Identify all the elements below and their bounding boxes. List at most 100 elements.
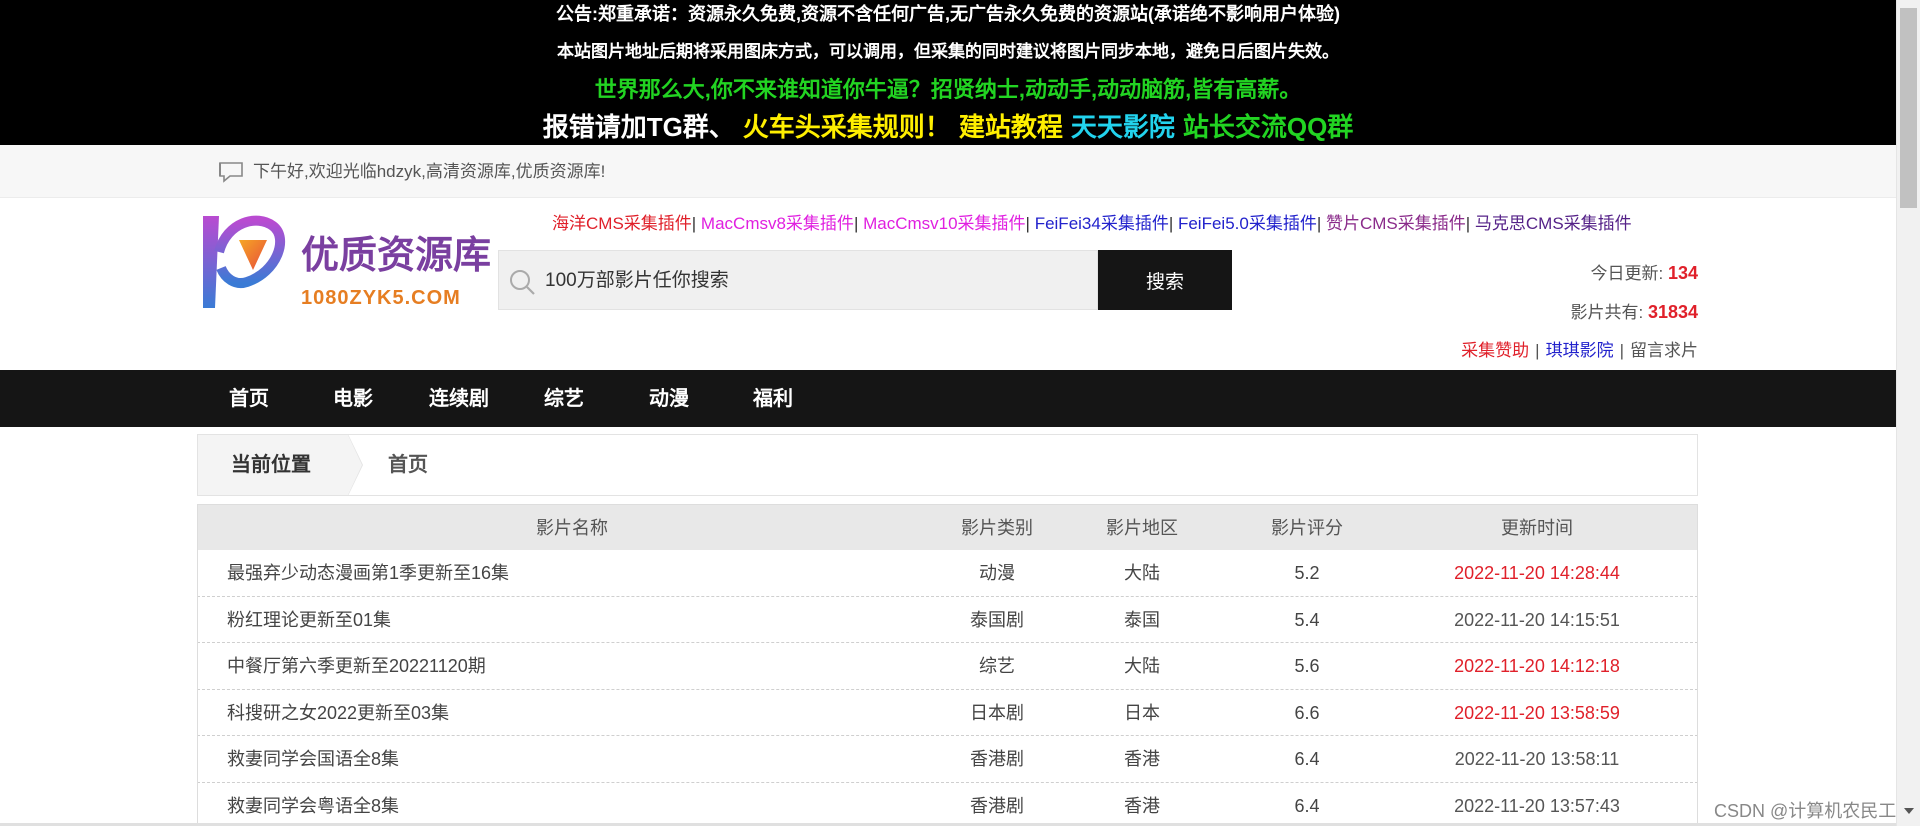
logo-title: 优质资源库 bbox=[301, 235, 491, 277]
column-header: 影片评分 bbox=[1271, 518, 1343, 538]
table-row[interactable]: 最强弃少动态漫画第1季更新至16集 动漫 大陆 5.2 2022-11-20 14:28… bbox=[197, 550, 1698, 597]
today-updates-label: 今日更新: bbox=[1590, 264, 1664, 283]
plugin-link[interactable]: FeiFei34采集插件 bbox=[1035, 214, 1169, 233]
column-header: 更新时间 bbox=[1501, 518, 1573, 538]
movie-name-link[interactable]: 粉红理论更新至01集 bbox=[227, 597, 927, 643]
movie-score: 6.6 bbox=[1294, 702, 1320, 723]
notice-link-3[interactable]: 天天影院 bbox=[1071, 112, 1175, 142]
movie-area: 日本 bbox=[1124, 702, 1160, 723]
logo-domain: 1080ZYK5.COM bbox=[301, 287, 461, 309]
quick-links: 采集赞助 | 琪琪影院 | 留言求片 bbox=[1461, 332, 1698, 370]
plugin-separator: | bbox=[1465, 214, 1475, 233]
breadcrumb-label: 当前位置 bbox=[198, 435, 348, 495]
welcome-message: 下午好,欢迎光临hdzyk,高清资源库,优质资源库! bbox=[253, 162, 606, 181]
scrollbar-thumb[interactable] bbox=[1900, 8, 1917, 208]
nav-item[interactable]: 福利 bbox=[753, 388, 793, 410]
movie-area: 大陆 bbox=[1124, 656, 1160, 676]
scroll-down-arrow-icon[interactable] bbox=[1904, 808, 1914, 814]
site-logo[interactable]: 优质资源库 1080ZYK5.COM bbox=[197, 212, 497, 318]
total-movies: 影片共有: 31834 bbox=[1461, 293, 1698, 332]
site-stats: 今日更新: 134 影片共有: 31834 采集赞助 | 琪琪影院 | 留言求片 bbox=[1461, 254, 1698, 370]
movie-score: 6.4 bbox=[1294, 795, 1320, 816]
column-header: 影片地区 bbox=[1106, 518, 1178, 538]
search-bar: 搜索 bbox=[498, 250, 1232, 310]
notice-line-1: 公告:郑重承诺：资源永久免费,资源不含任何广告,无广告永久免费的资源站(承诺绝不… bbox=[556, 4, 1340, 24]
update-time: 2022-11-20 14:12:18 bbox=[1454, 656, 1620, 676]
main-nav: 首页 电影 连续剧 综艺 动漫 福利 bbox=[0, 370, 1896, 427]
update-time: 2022-11-20 13:57:43 bbox=[1454, 795, 1620, 816]
nav-item[interactable]: 连续剧 bbox=[429, 388, 489, 410]
movie-name-link[interactable]: 中餐厅第六季更新至20221120期 bbox=[227, 643, 927, 689]
search-icon bbox=[510, 270, 535, 295]
movie-type: 泰国剧 bbox=[970, 609, 1024, 630]
notice-link-2[interactable]: 建站教程 bbox=[959, 112, 1063, 142]
movie-name-link[interactable]: 救妻同学会国语全8集 bbox=[227, 736, 927, 782]
chat-bubble-icon bbox=[219, 162, 243, 183]
movie-area: 泰国 bbox=[1124, 609, 1160, 630]
search-button[interactable]: 搜索 bbox=[1098, 250, 1232, 310]
movie-score: 5.2 bbox=[1294, 563, 1320, 583]
plugin-link[interactable]: 海洋CMS采集插件 bbox=[552, 214, 692, 233]
table-row[interactable]: 救妻同学会国语全8集 香港剧 香港 6.4 2022-11-20 13:58:11 bbox=[197, 736, 1698, 783]
movie-area: 大陆 bbox=[1124, 563, 1160, 583]
movie-type: 日本剧 bbox=[970, 702, 1024, 723]
table-row[interactable]: 科搜研之女2022更新至03集 日本剧 日本 6.6 2022-11-20 13:58:… bbox=[197, 689, 1698, 736]
update-time: 2022-11-20 14:28:44 bbox=[1454, 563, 1620, 583]
table-row[interactable]: 救妻同学会粤语全8集 香港剧 香港 6.4 2022-11-20 13:57:43 bbox=[197, 782, 1698, 826]
search-input[interactable] bbox=[545, 263, 1085, 299]
table-row[interactable]: 粉红理论更新至01集 泰国剧 泰国 5.4 2022-11-20 14:15:51 bbox=[197, 596, 1698, 643]
total-movies-value: 31834 bbox=[1647, 302, 1698, 322]
movie-score: 6.4 bbox=[1294, 749, 1320, 769]
table-row[interactable]: 中餐厅第六季更新至20221120期 综艺 大陆 5.6 2022-11-20 14:1… bbox=[197, 643, 1698, 690]
movie-area: 香港 bbox=[1124, 749, 1160, 769]
table-header: 影片名称 影片类别 影片地区 影片评分 更新时间 bbox=[197, 504, 1698, 550]
table-left-border bbox=[197, 504, 198, 826]
breadcrumb: 当前位置 首页 bbox=[197, 434, 1698, 496]
quick-link[interactable]: 采集赞助 bbox=[1461, 341, 1529, 360]
movie-score: 5.4 bbox=[1294, 609, 1320, 630]
plugin-link[interactable]: 赞片CMS采集插件 bbox=[1326, 214, 1466, 233]
breadcrumb-current[interactable]: 首页 bbox=[388, 435, 428, 495]
nav-item[interactable]: 动漫 bbox=[649, 388, 689, 410]
plugin-links: 海洋CMS采集插件| MacCmsv8采集插件| MacCmsv10采集插件| … bbox=[552, 212, 1632, 236]
column-header: 影片类别 bbox=[961, 518, 1033, 538]
update-time: 2022-11-20 13:58:59 bbox=[1454, 702, 1620, 723]
quick-link-separator: | bbox=[1535, 341, 1540, 360]
column-header: 影片名称 bbox=[536, 518, 608, 538]
movie-name-link[interactable]: 最强弃少动态漫画第1季更新至16集 bbox=[227, 550, 927, 596]
movie-table: 影片名称 影片类别 影片地区 影片评分 更新时间 最强弃少动态漫画第1季更新至16集 动漫… bbox=[197, 504, 1698, 826]
search-box bbox=[498, 250, 1098, 310]
plugin-separator: | bbox=[1316, 214, 1326, 233]
movie-name-link[interactable]: 救妻同学会粤语全8集 bbox=[227, 783, 927, 826]
table-body: 最强弃少动态漫画第1季更新至16集 动漫 大陆 5.2 2022-11-20 14:28… bbox=[197, 550, 1698, 826]
plugin-link[interactable]: MacCmsv10采集插件 bbox=[863, 214, 1025, 233]
today-updates: 今日更新: 134 bbox=[1461, 254, 1698, 293]
welcome-bar: 下午好,欢迎光临hdzyk,高清资源库,优质资源库! bbox=[0, 145, 1896, 198]
page-scrollbar[interactable] bbox=[1896, 0, 1920, 826]
plugin-separator: | bbox=[1025, 214, 1035, 233]
quick-link[interactable]: 琪琪影院 bbox=[1546, 341, 1614, 360]
quick-link[interactable]: 留言求片 bbox=[1630, 341, 1698, 360]
notice-line-2: 本站图片地址后期将采用图床方式，可以调用，但采集的同时建议将图片同步本地，避免日… bbox=[557, 42, 1339, 61]
plugin-link[interactable]: FeiFei5.0采集插件 bbox=[1178, 214, 1317, 233]
movie-type: 动漫 bbox=[979, 563, 1015, 583]
notice-line-4-links: 报错请加TG群、 火车头采集规则！ 建站教程 天天影院 站长交流QQ群 bbox=[0, 111, 1896, 143]
movie-score: 5.6 bbox=[1294, 656, 1320, 676]
nav-item[interactable]: 电影 bbox=[333, 388, 373, 410]
breadcrumb-arrow bbox=[348, 435, 362, 495]
total-movies-label: 影片共有: bbox=[1570, 303, 1644, 322]
nav-item[interactable]: 综艺 bbox=[544, 388, 584, 410]
quick-link-separator: | bbox=[1619, 341, 1624, 360]
plugin-link[interactable]: MacCmsv8采集插件 bbox=[701, 214, 854, 233]
movie-name-link[interactable]: 科搜研之女2022更新至03集 bbox=[227, 690, 927, 736]
movie-type: 香港剧 bbox=[970, 795, 1024, 816]
plugin-link[interactable]: 马克思CMS采集插件 bbox=[1475, 214, 1632, 233]
notice-link-1[interactable]: 火车头采集规则！ bbox=[743, 112, 951, 142]
notice-line-3: 世界那么大,你不来谁知道你牛逼？招贤纳士,动动手,动动脑筋,皆有高薪。 bbox=[594, 77, 1302, 102]
csdn-watermark: CSDN @计算机农民工 bbox=[1714, 801, 1897, 821]
notice-link-4[interactable]: 站长交流QQ群 bbox=[1183, 112, 1353, 142]
notice-banner: 公告:郑重承诺：资源永久免费,资源不含任何广告,无广告永久免费的资源站(承诺绝不… bbox=[0, 0, 1896, 145]
nav-item[interactable]: 首页 bbox=[229, 388, 269, 410]
plugin-separator: | bbox=[691, 214, 701, 233]
notice-link-0[interactable]: 报错请加TG群、 bbox=[543, 112, 735, 142]
